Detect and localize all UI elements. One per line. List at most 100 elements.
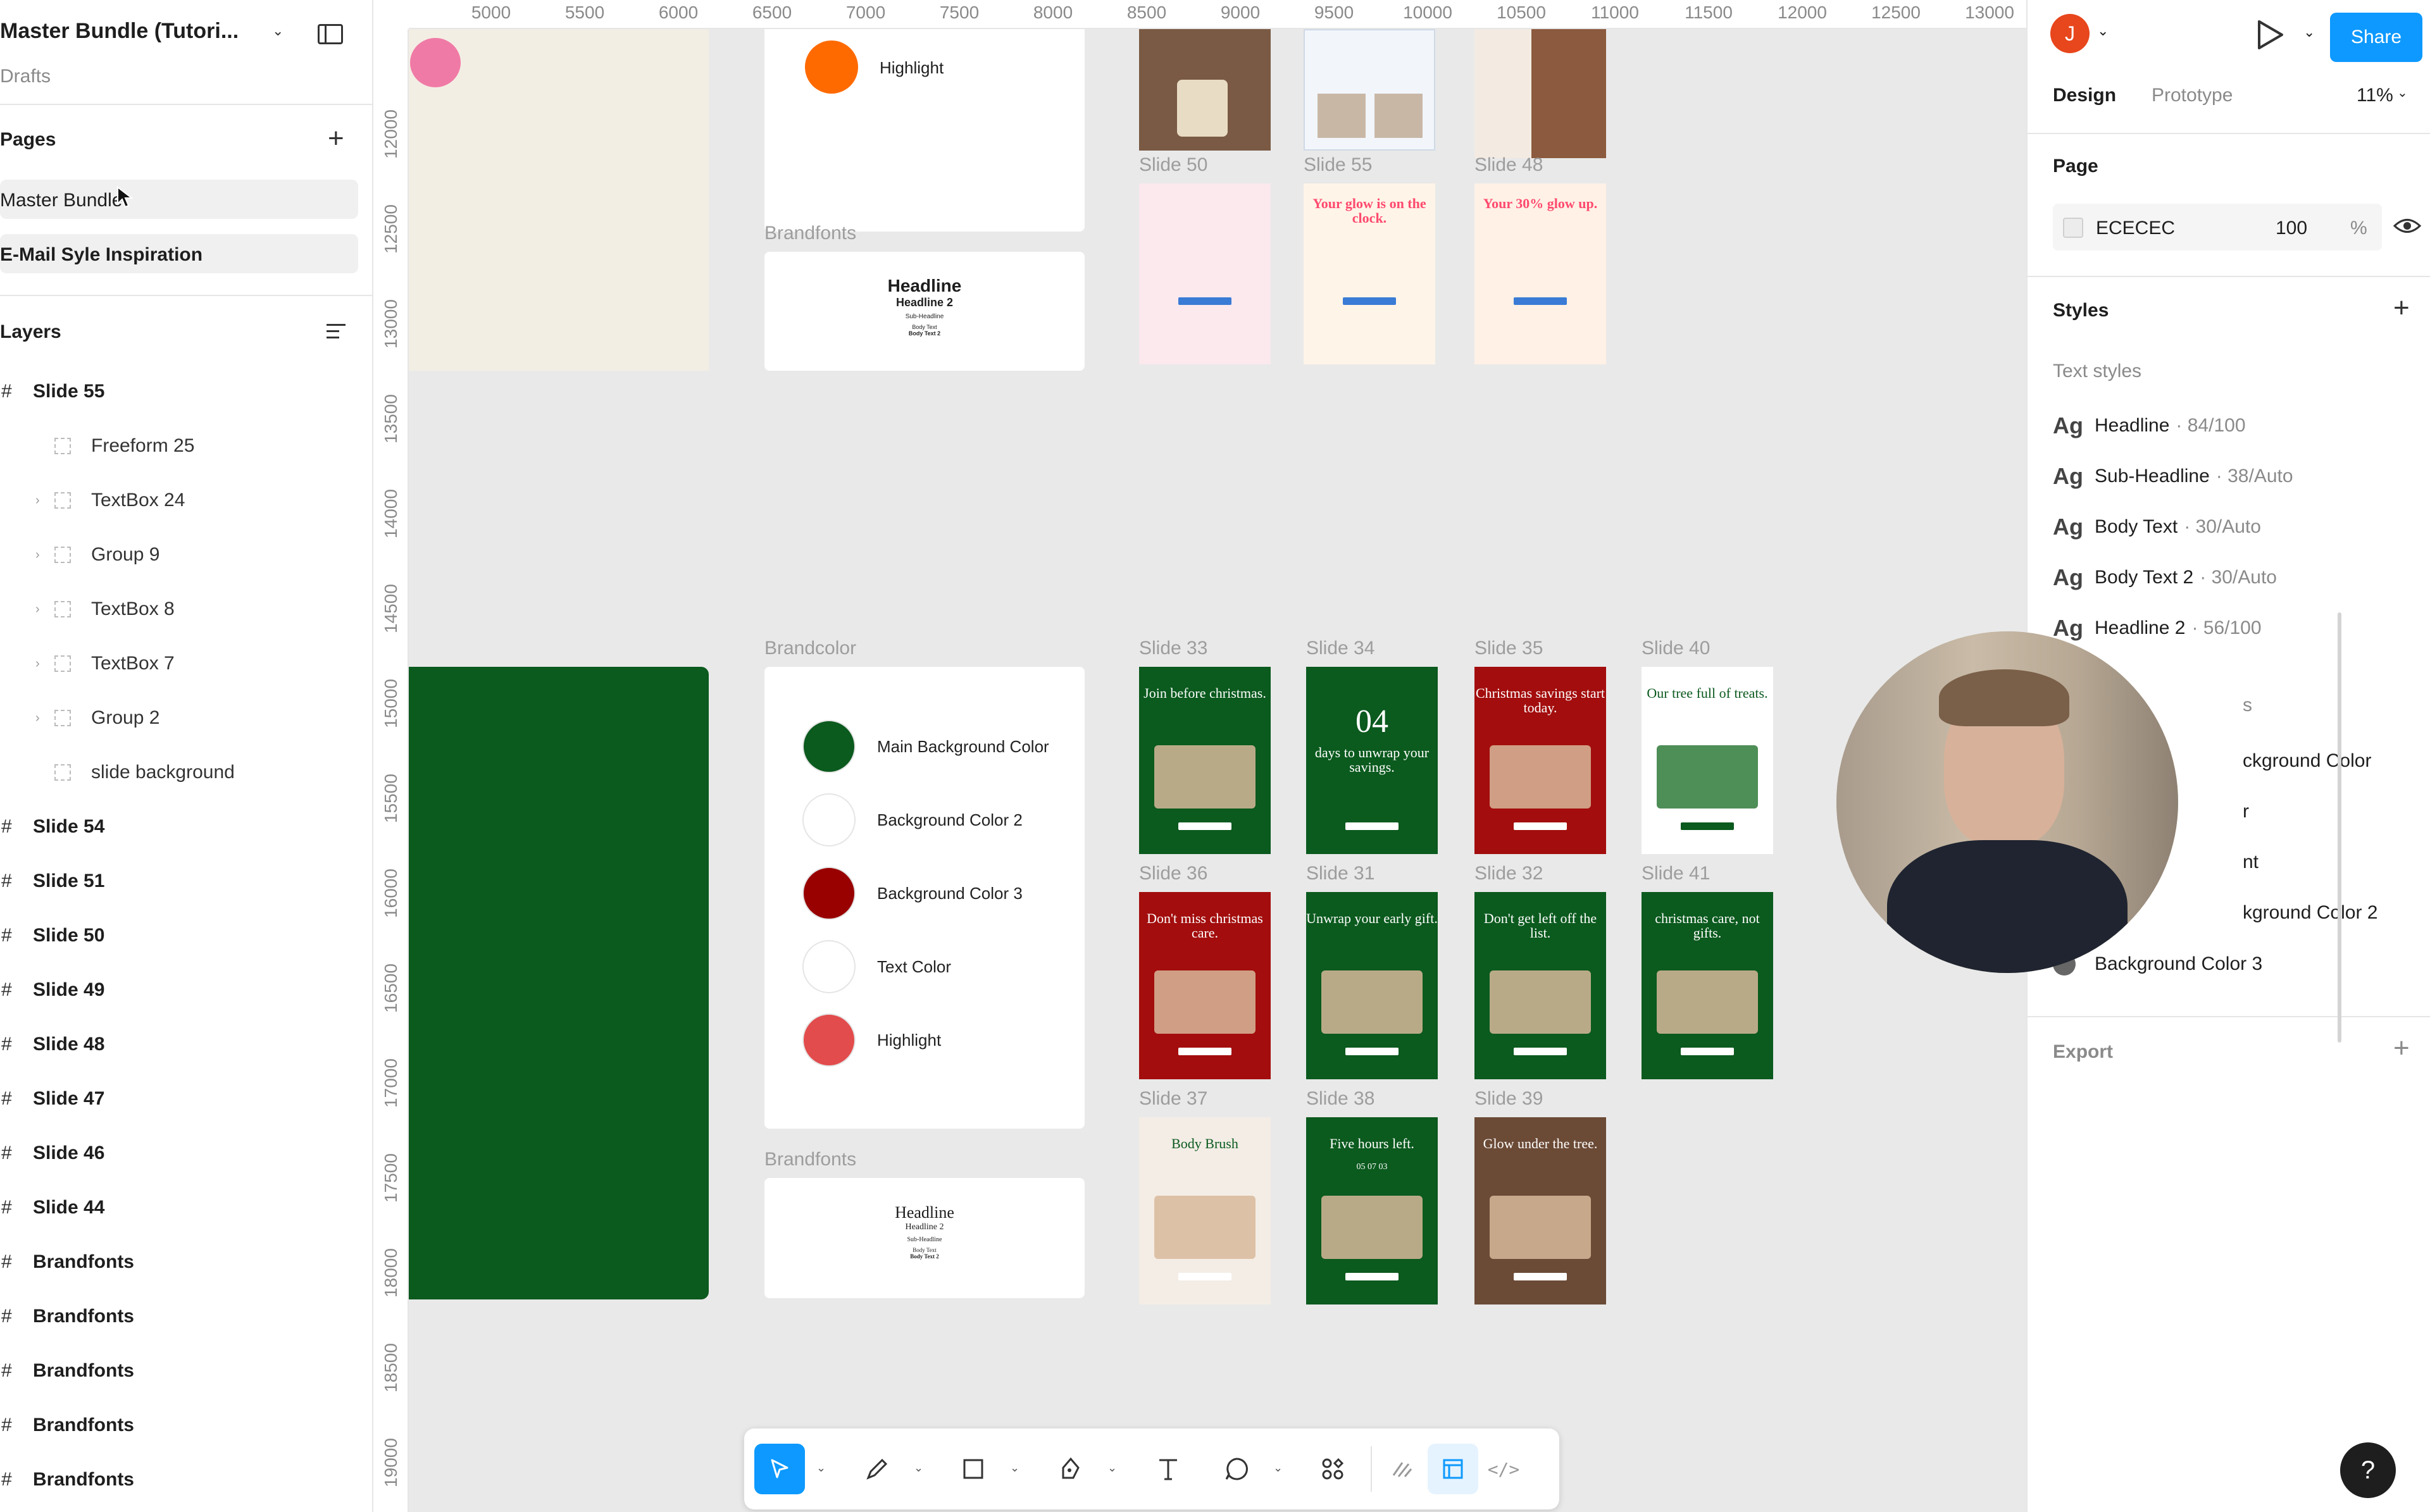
file-menu-chevron-icon[interactable]: ⌄ xyxy=(272,23,284,39)
layer-row[interactable]: # Slide 51 xyxy=(0,854,372,908)
add-style-icon[interactable]: + xyxy=(2393,292,2410,324)
expand-chevron-icon[interactable]: › xyxy=(35,711,54,726)
slide-thumbnail[interactable]: Don't get left off the list. xyxy=(1474,892,1606,1079)
chevron-down-icon[interactable]: ⌄ xyxy=(2097,23,2109,39)
chevron-down-icon[interactable]: ⌄ xyxy=(914,1461,923,1475)
slide-thumbnail[interactable]: Your glow is on the clock. xyxy=(1304,183,1435,364)
eye-visibility-icon[interactable] xyxy=(2393,216,2421,235)
slide-thumbnail[interactable]: Unwrap your early gift. xyxy=(1306,892,1438,1079)
swatch-row[interactable]: Background Color 3 xyxy=(802,867,1023,920)
slide-thumb-top-3[interactable] xyxy=(1474,29,1606,158)
layer-row[interactable]: # Slide 46 xyxy=(0,1126,372,1180)
layer-row[interactable]: › Group 9 xyxy=(0,528,372,582)
slide-thumb-top-1[interactable] xyxy=(1139,29,1271,151)
user-avatar[interactable]: J xyxy=(2050,14,2090,53)
slide-thumbnail[interactable]: Our tree full of treats. xyxy=(1642,667,1773,854)
color-swatch[interactable] xyxy=(2063,218,2083,238)
layer-row[interactable]: Freeform 25 xyxy=(0,419,372,473)
file-location[interactable]: Drafts xyxy=(0,66,51,87)
design-canvas[interactable]: Highlight Brandfonts Headline Headline 2… xyxy=(409,29,2026,1512)
color-style-row[interactable]: s xyxy=(2243,695,2252,716)
layer-row[interactable]: slide background xyxy=(0,745,372,800)
chevron-down-icon[interactable]: ⌄ xyxy=(2397,85,2408,101)
dev-mode-code-icon[interactable]: </> xyxy=(1478,1444,1529,1494)
page-fill-field[interactable]: ECECEC 100 % xyxy=(2053,204,2382,251)
text-style-row[interactable]: Ag Body Text · 30/Auto xyxy=(2053,514,2261,540)
page-opacity-value[interactable]: 100 xyxy=(2276,218,2307,239)
expand-chevron-icon[interactable]: › xyxy=(35,548,54,562)
layer-row[interactable]: # Slide 49 xyxy=(0,963,372,1017)
file-title[interactable]: Master Bundle (Tutori... xyxy=(0,19,239,44)
zoom-level[interactable]: 11% xyxy=(2357,85,2393,106)
swatch-row[interactable]: Background Color 2 xyxy=(802,793,1023,846)
layer-row[interactable]: › TextBox 7 xyxy=(0,636,372,691)
layer-row[interactable]: # Slide 47 xyxy=(0,1072,372,1126)
page-color-value[interactable]: ECECEC xyxy=(2096,218,2175,239)
slide-thumbnail[interactable]: Your 30% glow up. xyxy=(1474,183,1606,364)
layer-row[interactable]: # Slide 48 xyxy=(0,1017,372,1072)
layer-row[interactable]: # Brandfonts xyxy=(0,1289,372,1344)
layer-row[interactable]: › TextBox 24 xyxy=(0,473,372,528)
layer-row[interactable]: # Slide 50 xyxy=(0,908,372,963)
chevron-down-icon[interactable]: ⌄ xyxy=(1010,1461,1019,1475)
color-style-row[interactable]: ckground Color xyxy=(2243,750,2371,772)
layer-row[interactable]: › TextBox 8 xyxy=(0,582,372,636)
comment-tool[interactable] xyxy=(1211,1444,1262,1494)
chevron-down-icon[interactable]: ⌄ xyxy=(2303,24,2315,40)
slide-thumbnail[interactable] xyxy=(1139,183,1271,364)
text-style-row[interactable]: Ag Body Text 2 · 30/Auto xyxy=(2053,564,2277,591)
help-button[interactable]: ? xyxy=(2340,1442,2396,1498)
page-item-email-inspiration[interactable]: E-Mail Syle Inspiration xyxy=(0,234,358,273)
chevron-down-icon[interactable]: ⌄ xyxy=(816,1461,826,1475)
swatch-row[interactable]: Main Background Color xyxy=(802,720,1049,773)
slide-thumbnail[interactable]: Body Brush xyxy=(1139,1117,1271,1304)
add-export-icon[interactable]: + xyxy=(2393,1032,2410,1064)
add-page-icon[interactable]: + xyxy=(328,123,344,154)
panel-scrollbar[interactable] xyxy=(2338,612,2341,1043)
brandcolor-card-top[interactable]: Highlight xyxy=(764,29,1085,232)
slide-thumbnail[interactable]: Join before christmas. xyxy=(1139,667,1271,854)
expand-chevron-icon[interactable]: › xyxy=(35,602,54,617)
expand-chevron-icon[interactable]: › xyxy=(35,657,54,671)
toggle-sidebar-icon[interactable] xyxy=(318,24,343,44)
green-slide-frame[interactable] xyxy=(409,667,709,1299)
chevron-down-icon[interactable]: ⌄ xyxy=(1273,1461,1283,1475)
pen-tool[interactable] xyxy=(1045,1444,1096,1494)
slide-thumb-top-2[interactable] xyxy=(1304,29,1435,151)
text-tool[interactable] xyxy=(1143,1444,1193,1494)
actions-tool[interactable] xyxy=(1307,1444,1358,1494)
layer-row[interactable]: # Brandfonts xyxy=(0,1453,372,1507)
tab-design[interactable]: Design xyxy=(2053,85,2116,106)
layer-row[interactable]: # Slide 44 xyxy=(0,1180,372,1235)
slide-thumbnail[interactable]: Glow under the tree. xyxy=(1474,1117,1606,1304)
layer-row[interactable]: # Brandfonts xyxy=(0,1235,372,1289)
layer-row[interactable]: › Group 2 xyxy=(0,691,372,745)
slide-55-frame[interactable] xyxy=(409,29,709,371)
slide-thumbnail[interactable]: Five hours left. 05 07 03 xyxy=(1306,1117,1438,1304)
color-style-row[interactable]: r xyxy=(2243,801,2249,822)
brandfonts-card-top[interactable]: Headline Headline 2 Sub-Headline Body Te… xyxy=(764,252,1085,371)
expand-chevron-icon[interactable]: › xyxy=(35,493,54,508)
pencil-tool[interactable] xyxy=(852,1444,902,1494)
brandcolor-card[interactable]: Main Background Color Background Color 2 B… xyxy=(764,667,1085,1129)
text-style-row[interactable]: Ag Sub-Headline · 38/Auto xyxy=(2053,463,2293,490)
page-item-master-bundle[interactable]: Master Bundle xyxy=(0,180,358,219)
slide-thumbnail[interactable]: Don't miss christmas care. xyxy=(1139,892,1271,1079)
layer-row[interactable]: # Brandfonts xyxy=(0,1344,372,1398)
layer-row[interactable]: # Slide 54 xyxy=(0,800,372,854)
text-style-row[interactable]: Ag Headline · 84/100 xyxy=(2053,412,2246,439)
slide-thumbnail[interactable]: Christmas savings start today. xyxy=(1474,667,1606,854)
draw-mode-toggle[interactable] xyxy=(1377,1444,1428,1494)
swatch-row[interactable]: Text Color xyxy=(802,940,951,993)
move-tool[interactable] xyxy=(754,1444,805,1494)
chevron-down-icon[interactable]: ⌄ xyxy=(1107,1461,1117,1475)
slide-thumbnail[interactable]: christmas care, not gifts. xyxy=(1642,892,1773,1079)
design-mode-toggle[interactable] xyxy=(1428,1444,1478,1494)
play-present-icon[interactable] xyxy=(2254,19,2284,51)
layer-row[interactable]: # Brandfonts xyxy=(0,1398,372,1453)
color-style-row[interactable]: kground Color 2 xyxy=(2243,902,2377,924)
slide-thumbnail[interactable]: days to unwrap your savings. 04 xyxy=(1306,667,1438,854)
layer-row[interactable]: # Slide 55 xyxy=(0,364,372,419)
layers-filter-icon[interactable] xyxy=(327,321,349,340)
tab-prototype[interactable]: Prototype xyxy=(2152,85,2233,106)
